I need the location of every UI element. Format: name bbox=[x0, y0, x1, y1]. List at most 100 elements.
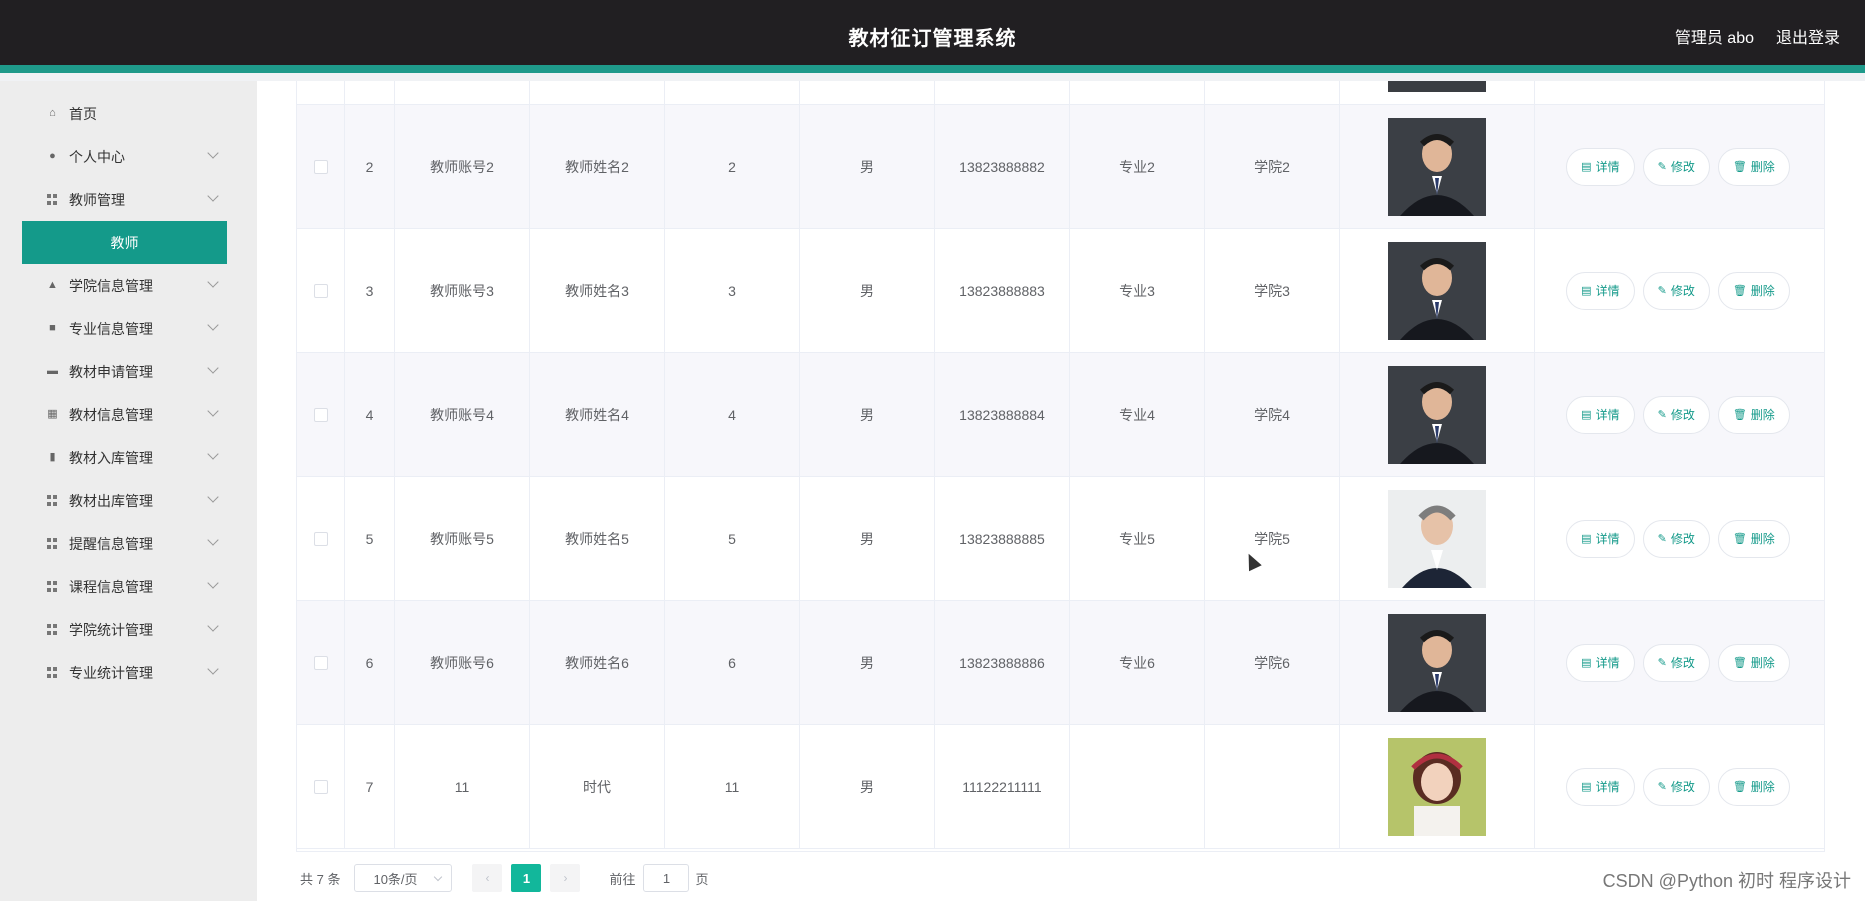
cell-major: 专业5 bbox=[1070, 477, 1205, 600]
pencil-icon: ✎ bbox=[1657, 161, 1667, 173]
table-row bbox=[297, 81, 1824, 105]
edit-button[interactable]: ✎ 修改 bbox=[1642, 767, 1710, 806]
sidebar-item-label: 教师管理 bbox=[69, 191, 125, 208]
sidebar-item-label: 教材入库管理 bbox=[69, 449, 153, 466]
next-page-button[interactable]: › bbox=[550, 864, 581, 892]
chevron-down-icon bbox=[434, 872, 443, 882]
cell-gender: 男 bbox=[800, 105, 935, 228]
sidebar-item-home[interactable]: ⌂ 首页 bbox=[0, 92, 257, 135]
sidebar-item-profile[interactable]: ● 个人中心 bbox=[0, 135, 257, 178]
delete-button[interactable]: 🗑 删除 bbox=[1717, 519, 1790, 558]
detail-button[interactable]: ▤ 详情 bbox=[1566, 643, 1635, 682]
teacher-table: 2 教师账号2 教师姓名2 2 男 13823888882 专业2 学院2 ▤ 详情 ✎ 修改 🗑 删除 3… bbox=[296, 81, 1825, 852]
sidebar-item-course[interactable]: 课程信息管理 bbox=[0, 565, 257, 608]
delete-button[interactable]: 🗑 删除 bbox=[1717, 147, 1790, 186]
sidebar-subitem-teacher[interactable]: 教师 bbox=[22, 221, 227, 264]
sidebar-item-textbook-info[interactable]: ▦ 教材信息管理 bbox=[0, 393, 257, 436]
sidebar-item-label: 提醒信息管理 bbox=[69, 535, 153, 552]
cell-account: 教师账号2 bbox=[395, 105, 530, 228]
bar-chart-icon: ▮ bbox=[49, 451, 56, 463]
trash-icon: 🗑 bbox=[1732, 285, 1747, 297]
row-checkbox[interactable] bbox=[313, 779, 328, 794]
document-icon: ▤ bbox=[1581, 657, 1592, 669]
sidebar-item-major-stats[interactable]: 专业统计管理 bbox=[0, 651, 257, 694]
cell-college: 学院6 bbox=[1205, 601, 1340, 724]
sidebar-item-stock-out[interactable]: 教材出库管理 bbox=[0, 479, 257, 522]
sidebar-item-college[interactable]: ▲ 学院信息管理 bbox=[0, 264, 257, 307]
edit-button[interactable]: ✎ 修改 bbox=[1642, 147, 1710, 186]
cell-college: 学院4 bbox=[1205, 353, 1340, 476]
chevron-down-icon bbox=[207, 491, 219, 503]
cell-name: 教师姓名3 bbox=[530, 229, 665, 352]
sidebar-item-reminder[interactable]: 提醒信息管理 bbox=[0, 522, 257, 565]
page-size-select[interactable]: 10条/页 bbox=[354, 864, 453, 892]
trash-icon: 🗑 bbox=[1732, 533, 1747, 545]
row-checkbox[interactable] bbox=[313, 159, 328, 174]
cell-account: 教师账号5 bbox=[395, 477, 530, 600]
teacher-photo bbox=[1388, 489, 1486, 588]
table-row: 4 教师账号4 教师姓名4 4 男 13823888884 专业4 学院4 ▤ 详情 ✎ 修改 🗑 删除 bbox=[297, 353, 1824, 477]
delete-button[interactable]: 🗑 删除 bbox=[1717, 643, 1790, 682]
goto-page-input[interactable] bbox=[643, 864, 690, 892]
teacher-photo bbox=[1388, 365, 1486, 464]
grid-icon bbox=[47, 581, 58, 592]
table-row: 6 教师账号6 教师姓名6 6 男 13823888886 专业6 学院6 ▤ 详情 ✎ 修改 🗑 删除 bbox=[297, 601, 1824, 725]
sidebar: ⌂ 首页 ● 个人中心 教师管理 教师 ▲ 学院信息管理 ■ 专业信息管理 ▬ … bbox=[0, 81, 257, 901]
grid-icon bbox=[47, 624, 58, 635]
document-icon: ▤ bbox=[1581, 161, 1592, 173]
edit-button[interactable]: ✎ 修改 bbox=[1642, 395, 1710, 434]
detail-button[interactable]: ▤ 详情 bbox=[1566, 767, 1635, 806]
detail-button[interactable]: ▤ 详情 bbox=[1566, 395, 1635, 434]
delete-button[interactable]: 🗑 删除 bbox=[1717, 767, 1790, 806]
cell-age: 11 bbox=[665, 725, 800, 848]
sidebar-item-textbook-apply[interactable]: ▬ 教材申请管理 bbox=[0, 350, 257, 393]
document-icon: ▤ bbox=[1581, 781, 1592, 793]
prev-page-button[interactable]: ‹ bbox=[472, 864, 503, 892]
sidebar-item-college-stats[interactable]: 学院统计管理 bbox=[0, 608, 257, 651]
trash-icon: 🗑 bbox=[1732, 657, 1747, 669]
cell-account: 11 bbox=[395, 725, 530, 848]
sidebar-item-teacher-mgmt[interactable]: 教师管理 bbox=[0, 178, 257, 221]
cell-phone: 13823888884 bbox=[935, 353, 1070, 476]
cell-gender: 男 bbox=[800, 229, 935, 352]
edit-button[interactable]: ✎ 修改 bbox=[1642, 519, 1710, 558]
delete-button[interactable]: 🗑 删除 bbox=[1717, 271, 1790, 310]
cell-index: 6 bbox=[345, 601, 395, 724]
cell-phone: 13823888883 bbox=[935, 229, 1070, 352]
sidebar-item-stock-in[interactable]: ▮ 教材入库管理 bbox=[0, 436, 257, 479]
teacher-photo bbox=[1388, 613, 1486, 712]
chevron-down-icon bbox=[207, 577, 219, 589]
table-row: 2 教师账号2 教师姓名2 2 男 13823888882 专业2 学院2 ▤ 详情 ✎ 修改 🗑 删除 bbox=[297, 105, 1824, 229]
user-icon: ● bbox=[49, 150, 56, 162]
page-number-current[interactable]: 1 bbox=[511, 864, 542, 892]
sidebar-item-label: 个人中心 bbox=[69, 148, 125, 165]
teacher-photo bbox=[1388, 737, 1486, 836]
detail-button[interactable]: ▤ 详情 bbox=[1566, 271, 1635, 310]
row-checkbox[interactable] bbox=[313, 407, 328, 422]
chevron-down-icon bbox=[207, 147, 219, 159]
cell-age: 3 bbox=[665, 229, 800, 352]
pencil-icon: ✎ bbox=[1657, 533, 1667, 545]
logout-link[interactable]: 退出登录 bbox=[1776, 24, 1840, 48]
detail-button[interactable]: ▤ 详情 bbox=[1566, 147, 1635, 186]
pencil-icon: ✎ bbox=[1657, 781, 1667, 793]
cell-gender: 男 bbox=[800, 477, 935, 600]
goto-label: 前往 bbox=[609, 871, 636, 887]
app-title: 教材征订管理系统 bbox=[848, 28, 1017, 50]
row-checkbox[interactable] bbox=[313, 283, 328, 298]
cell-gender: 男 bbox=[800, 353, 935, 476]
edit-button[interactable]: ✎ 修改 bbox=[1642, 271, 1710, 310]
cell-gender: 男 bbox=[800, 601, 935, 724]
chevron-down-icon bbox=[207, 190, 219, 202]
cell-major bbox=[1070, 725, 1205, 848]
sidebar-item-major[interactable]: ■ 专业信息管理 bbox=[0, 307, 257, 350]
delete-button[interactable]: 🗑 删除 bbox=[1717, 395, 1790, 434]
main-content: 2 教师账号2 教师姓名2 2 男 13823888882 专业2 学院2 ▤ 详情 ✎ 修改 🗑 删除 3… bbox=[257, 81, 1865, 901]
row-checkbox[interactable] bbox=[313, 655, 328, 670]
detail-button[interactable]: ▤ 详情 bbox=[1566, 519, 1635, 558]
cell-age: 4 bbox=[665, 353, 800, 476]
chevron-down-icon bbox=[207, 448, 219, 460]
chevron-left-icon: ‹ bbox=[485, 871, 490, 885]
edit-button[interactable]: ✎ 修改 bbox=[1642, 643, 1710, 682]
row-checkbox[interactable] bbox=[313, 531, 328, 546]
